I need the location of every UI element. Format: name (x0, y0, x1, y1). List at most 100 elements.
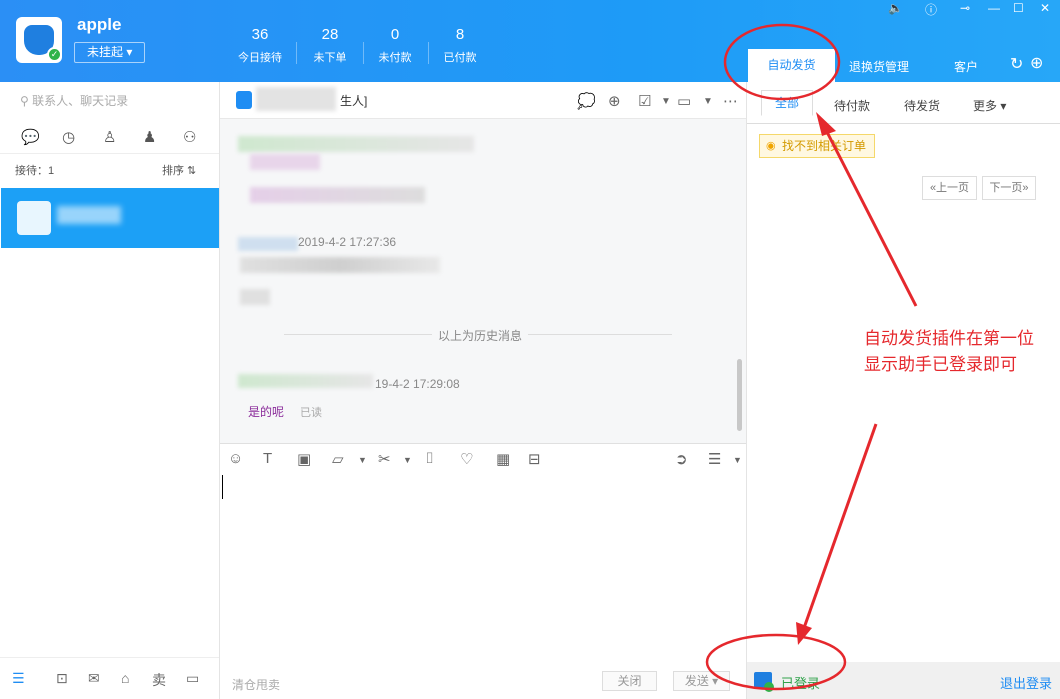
send-label: 发送 (684, 674, 709, 688)
contact-icon[interactable]: ♙ (103, 128, 116, 146)
video-icon[interactable]: ▭ (677, 92, 691, 110)
org-icon[interactable]: ⚇ (183, 128, 196, 146)
send-button[interactable]: 发送 ▾ (673, 671, 730, 691)
blurred-message (250, 154, 320, 170)
chevron-down-icon[interactable]: ▼ (358, 455, 367, 465)
stat-unpaid-label: 未付款 (378, 52, 412, 64)
speaker-icon[interactable]: 🔈 (888, 1, 903, 15)
chat-footer: 清仓甩卖 关闭 发送 ▾ (220, 659, 746, 699)
image-icon[interactable]: ▣ (297, 450, 311, 468)
tab-returns[interactable]: 退换货管理 (849, 58, 909, 75)
mail-icon[interactable]: ✉ (88, 670, 100, 687)
plugin-footer: 已登录 退出登录 (747, 662, 1060, 699)
chevron-down-icon[interactable]: ▼ (703, 96, 713, 107)
stat-paid[interactable]: 8 已付款 (427, 26, 493, 65)
chevron-down-icon[interactable]: ▼ (733, 455, 742, 465)
username: apple (77, 15, 122, 34)
waiting-count: 接待：1 (15, 165, 55, 177)
font-icon[interactable]: T (263, 450, 272, 467)
more-icon[interactable]: ⋯ (723, 92, 738, 110)
chat-panel: 生人] 💭 ⊕ ☑ ▼ ▭ ▼ ⋯ 2019-4-2 17:27:36 以上为历… (220, 82, 746, 699)
minimize-icon[interactable]: — (988, 1, 1000, 15)
message-scrollbar[interactable] (735, 119, 743, 443)
blurred-message (240, 257, 440, 273)
tab-more[interactable]: 更多 ▾ (973, 97, 1006, 114)
folder-icon[interactable]: ▱ (332, 450, 344, 468)
blurred-message (238, 136, 474, 152)
scissors-icon[interactable]: ✂ (378, 450, 391, 468)
stat-unordered[interactable]: 28 未下单 (297, 26, 363, 65)
clock-icon[interactable]: ◷ (62, 128, 75, 146)
stat-unpaid[interactable]: 0 未付款 (362, 26, 428, 65)
group-icon[interactable]: ♟ (143, 128, 156, 146)
stat-paid-label: 已付款 (443, 52, 477, 64)
stat-today-num: 36 (251, 26, 269, 43)
input-hint: 清仓甩卖 (232, 678, 281, 692)
maximize-icon[interactable]: ☐ (1013, 1, 1024, 15)
stat-paid-num: 8 (455, 26, 465, 43)
refresh-icon[interactable]: ↻ (1010, 54, 1023, 74)
history-icon[interactable]: ☰ (708, 450, 721, 468)
coupon-icon[interactable]: ⊟ (528, 450, 541, 468)
prev-page-button[interactable]: «上一页 (922, 176, 977, 200)
add-icon[interactable]: ⊕ (1030, 53, 1043, 73)
add-contact-icon[interactable]: ⊕ (608, 92, 621, 110)
blurred-message (240, 289, 270, 305)
menu-icon[interactable]: ☰ (12, 670, 25, 687)
sort-button[interactable]: 排序 ⇅ (162, 162, 196, 178)
top-header: ✓ apple 未挂起 ▾ 36 今日接待 28 未下单 0 未付款 8 已付款 🔈 ⓘ… (0, 0, 1060, 82)
input-toolbar: ☺ T ▣ ▱ ▼ ✂ ▼ ⌷ ♡ ▦ ⊟ ➲ ☰ ▼ (220, 443, 746, 473)
status-dropdown[interactable]: 未挂起 ▾ (74, 42, 145, 63)
stat-today-label: 今日接待 (238, 52, 282, 64)
tab-customer[interactable]: 客户 (954, 58, 978, 75)
online-check-icon: ✓ (47, 47, 62, 62)
logout-link[interactable]: 退出登录 (1000, 673, 1052, 692)
tab-all[interactable]: 全部 (761, 90, 813, 116)
emoji-icon[interactable]: ☺ (228, 450, 243, 467)
check-icon (764, 682, 774, 692)
tabs-underline (747, 123, 1060, 124)
plugin-icon[interactable]: ⊡ (56, 670, 68, 687)
stat-today[interactable]: 36 今日接待 (227, 26, 293, 65)
stat-unpaid-num: 0 (390, 26, 400, 43)
shake-icon[interactable]: ⌷ (425, 450, 434, 467)
message-list: 2019-4-2 17:27:36 以上为历史消息 19-4-2 17:29:0… (220, 119, 746, 443)
heart-icon[interactable]: ♡ (460, 450, 473, 468)
calculator-icon[interactable]: ▦ (496, 450, 510, 468)
blurred-avatar (238, 237, 298, 251)
close-icon[interactable]: ✕ (1040, 1, 1050, 15)
scroll-thumb[interactable] (737, 359, 742, 431)
sell-icon[interactable]: 卖 (152, 670, 166, 690)
reply-icon[interactable]: ➲ (675, 450, 688, 468)
chat-bubble-icon[interactable]: 💬 (21, 128, 40, 146)
tab-to-ship[interactable]: 待发货 (904, 97, 940, 114)
chevron-down-icon[interactable]: ▼ (403, 455, 412, 465)
close-button[interactable]: 关闭 (602, 671, 657, 691)
text-caret (222, 475, 223, 499)
chevron-down-icon[interactable]: ▼ (661, 96, 671, 107)
search-placeholder: 联系人、聊天记录 (32, 94, 129, 108)
conversation-item[interactable] (1, 188, 219, 248)
next-page-button[interactable]: 下一页» (982, 176, 1036, 200)
message-input[interactable] (220, 473, 746, 658)
tab-auto-delivery[interactable]: 自动发货 (748, 49, 835, 82)
panel-icon[interactable]: ▭ (186, 670, 199, 687)
search-input[interactable]: ⚲ 联系人、聊天记录 (20, 92, 128, 109)
contact-small-icon (236, 91, 252, 109)
contact-tabs: 💬 ◷ ♙ ♟ ⚇ (0, 124, 219, 154)
message-text: 是的呢 (248, 405, 285, 419)
read-status: 已读 (300, 407, 322, 419)
pin-icon[interactable]: ⊸ (960, 1, 970, 15)
order-icon[interactable]: ☑ (638, 92, 651, 110)
order-tabs: 全部 待付款 待发货 更多 ▾ (747, 90, 1060, 124)
blurred-sender (238, 374, 373, 388)
no-order-notice: 找不到相关订单 (759, 134, 875, 158)
annotation-text: 自动发货插件在第一位 显示助手已登录即可 (864, 329, 1034, 374)
help-icon[interactable]: ⓘ (925, 1, 937, 18)
tab-more-label: 更多 (973, 99, 998, 113)
tab-unpaid[interactable]: 待付款 (834, 97, 870, 114)
shop-icon[interactable]: ⌂ (121, 670, 129, 686)
login-status: 已登录 (781, 676, 821, 691)
quick-reply-icon[interactable]: 💭 (577, 92, 596, 110)
stat-unordered-num: 28 (321, 26, 339, 43)
